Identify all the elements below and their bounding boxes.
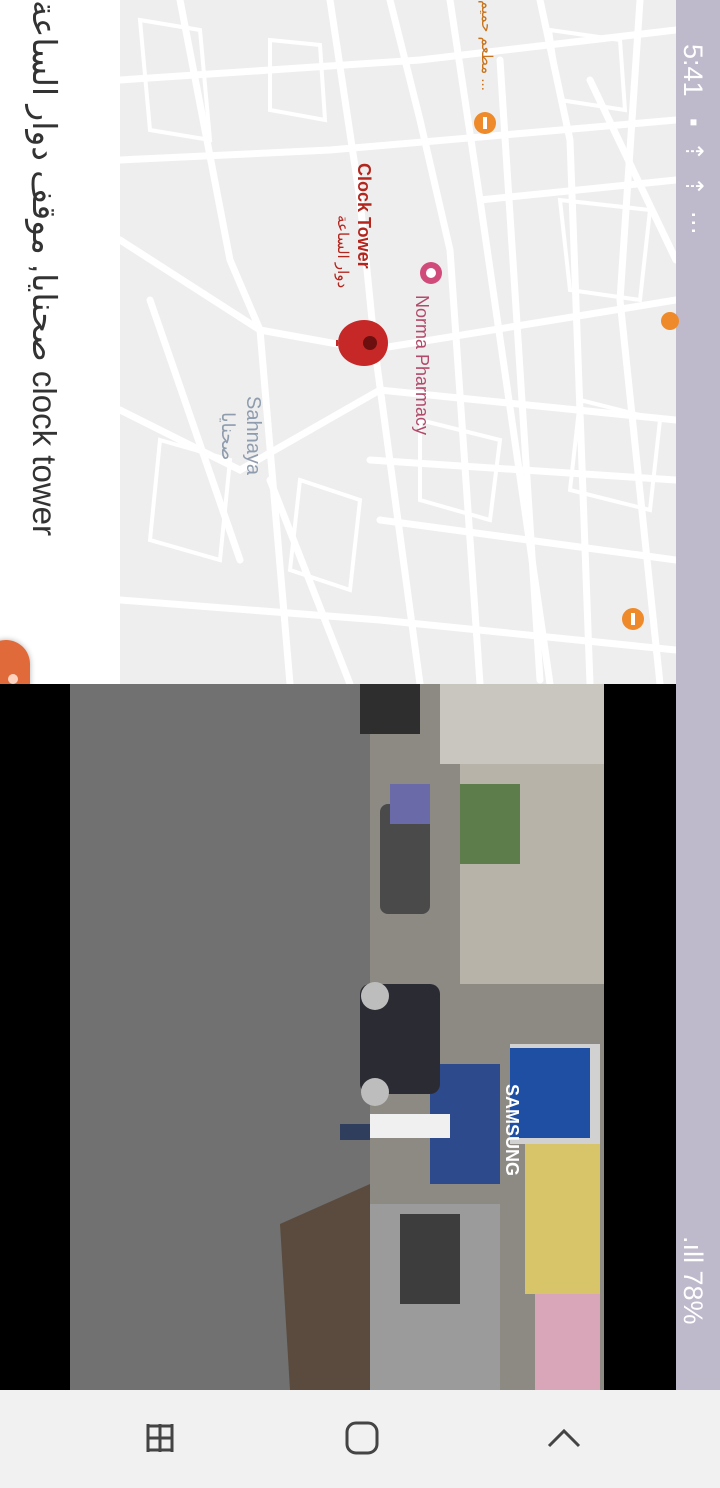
battery-signal-indicator: .ıll 78% — [678, 1236, 708, 1325]
street-photo[interactable]: SAMSUNG — [70, 684, 604, 1390]
restaurant-poi-icon[interactable] — [472, 108, 498, 138]
back-button[interactable] — [532, 1406, 596, 1470]
samsung-sign — [510, 1048, 590, 1138]
street-scene — [70, 684, 604, 1390]
recent-apps-icon — [146, 1424, 174, 1452]
samsung-sign-text: SAMSUNG — [502, 1084, 522, 1177]
navigation-bar — [0, 1390, 720, 1488]
directions-icon — [8, 674, 18, 684]
place-title: صحنايا, موقف دوار الساعة clock tower — [26, 0, 63, 536]
home-button[interactable] — [330, 1406, 394, 1470]
area-map-label-ar: صحنايا — [218, 412, 238, 461]
home-icon — [345, 1421, 379, 1455]
restaurant-poi-icon-2[interactable] — [620, 604, 646, 634]
clock-tower-map-label: Clock Tower — [354, 163, 374, 269]
clock-tower-map-label-ar: دوار الساعة — [334, 215, 351, 289]
area-map-label: Sahnaya — [242, 396, 264, 475]
status-notification-icons: ▪ ⇡ ⇡ ⋯ — [680, 118, 707, 239]
pharmacy-poi-icon[interactable] — [418, 258, 444, 288]
back-icon — [547, 1428, 581, 1448]
recent-apps-button[interactable] — [128, 1406, 192, 1470]
status-time: 5:41 — [678, 44, 708, 97]
location-pin-icon[interactable] — [336, 318, 392, 368]
map-view[interactable] — [120, 0, 676, 684]
map-roads — [120, 0, 676, 684]
restaurant-map-label: مطعم حميم ... — [478, 0, 495, 91]
pharmacy-map-label: Norma Pharmacy — [412, 295, 432, 436]
poi-icon-edge[interactable] — [660, 308, 680, 334]
